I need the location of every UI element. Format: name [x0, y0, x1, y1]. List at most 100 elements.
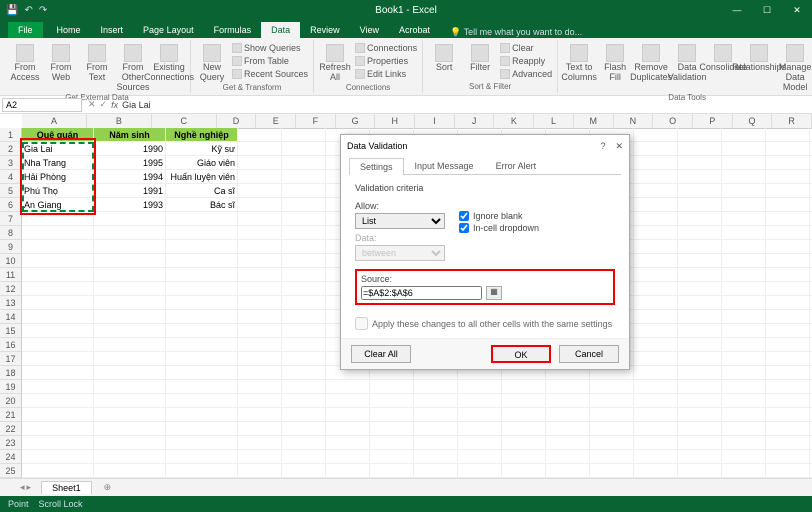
row-header-19[interactable]: 19: [0, 380, 22, 394]
cell-L20[interactable]: [590, 394, 634, 408]
cell-B24[interactable]: [94, 450, 166, 464]
cell-N16[interactable]: [678, 338, 722, 352]
minimize-icon[interactable]: —: [722, 0, 752, 20]
cell-N19[interactable]: [678, 380, 722, 394]
cell-M9[interactable]: [634, 240, 678, 254]
cell-E12[interactable]: [282, 282, 326, 296]
dialog-tab-input-message[interactable]: Input Message: [404, 157, 485, 174]
cell-K25[interactable]: [546, 464, 590, 478]
cell-O24[interactable]: [722, 450, 766, 464]
cell-H24[interactable]: [414, 450, 458, 464]
cell-F23[interactable]: [326, 436, 370, 450]
ok-button[interactable]: OK: [491, 345, 551, 363]
undo-icon[interactable]: ↶: [24, 5, 32, 16]
tab-file[interactable]: File: [8, 22, 43, 38]
cell-E10[interactable]: [282, 254, 326, 268]
cell-E16[interactable]: [282, 338, 326, 352]
cell-E14[interactable]: [282, 310, 326, 324]
cell-P22[interactable]: [766, 422, 810, 436]
cell-B2[interactable]: 1990: [94, 142, 166, 156]
cell-A7[interactable]: [22, 212, 94, 226]
cell-C3[interactable]: Giáo viên: [166, 156, 238, 170]
cell-D24[interactable]: [238, 450, 282, 464]
cell-C17[interactable]: [166, 352, 238, 366]
cell-M7[interactable]: [634, 212, 678, 226]
dialog-tab-error-alert[interactable]: Error Alert: [485, 157, 548, 174]
cell-M12[interactable]: [634, 282, 678, 296]
remove-duplicates-button[interactable]: Remove Duplicates: [634, 42, 668, 83]
cell-O18[interactable]: [722, 366, 766, 380]
cell-M21[interactable]: [634, 408, 678, 422]
cell-P11[interactable]: [766, 268, 810, 282]
cell-M8[interactable]: [634, 226, 678, 240]
row-header-25[interactable]: 25: [0, 464, 22, 478]
cell-E6[interactable]: [282, 198, 326, 212]
cell-E8[interactable]: [282, 226, 326, 240]
cell-B22[interactable]: [94, 422, 166, 436]
cell-E2[interactable]: [282, 142, 326, 156]
cell-O5[interactable]: [722, 184, 766, 198]
cell-D22[interactable]: [238, 422, 282, 436]
cell-E3[interactable]: [282, 156, 326, 170]
cell-C22[interactable]: [166, 422, 238, 436]
cell-P16[interactable]: [766, 338, 810, 352]
cell-B18[interactable]: [94, 366, 166, 380]
cell-P23[interactable]: [766, 436, 810, 450]
dialog-tab-settings[interactable]: Settings: [349, 158, 404, 175]
cell-G23[interactable]: [370, 436, 414, 450]
col-header-P[interactable]: P: [693, 114, 733, 128]
cell-M19[interactable]: [634, 380, 678, 394]
cell-C5[interactable]: Ca sĩ: [166, 184, 238, 198]
cell-M16[interactable]: [634, 338, 678, 352]
cell-P5[interactable]: [766, 184, 810, 198]
cell-D13[interactable]: [238, 296, 282, 310]
row-header-17[interactable]: 17: [0, 352, 22, 366]
cell-M23[interactable]: [634, 436, 678, 450]
row-header-13[interactable]: 13: [0, 296, 22, 310]
cell-A2[interactable]: Gia Lai: [22, 142, 94, 156]
row-header-1[interactable]: 1: [0, 128, 22, 142]
cell-M24[interactable]: [634, 450, 678, 464]
cell-A24[interactable]: [22, 450, 94, 464]
cell-A8[interactable]: [22, 226, 94, 240]
from-access-button[interactable]: From Access: [8, 42, 42, 83]
cell-A12[interactable]: [22, 282, 94, 296]
cell-B16[interactable]: [94, 338, 166, 352]
col-header-L[interactable]: L: [534, 114, 574, 128]
cell-P25[interactable]: [766, 464, 810, 478]
cell-M4[interactable]: [634, 170, 678, 184]
cell-E17[interactable]: [282, 352, 326, 366]
cell-C10[interactable]: [166, 254, 238, 268]
cell-L25[interactable]: [590, 464, 634, 478]
cell-I19[interactable]: [458, 380, 502, 394]
range-picker-icon[interactable]: ▦: [486, 286, 502, 300]
col-header-M[interactable]: M: [574, 114, 614, 128]
cell-J24[interactable]: [502, 450, 546, 464]
cell-C21[interactable]: [166, 408, 238, 422]
cell-A17[interactable]: [22, 352, 94, 366]
cell-M18[interactable]: [634, 366, 678, 380]
col-header-C[interactable]: C: [152, 114, 217, 128]
new-query-button[interactable]: New Query: [195, 42, 229, 83]
cell-N1[interactable]: [678, 128, 722, 142]
cell-I25[interactable]: [458, 464, 502, 478]
cell-J22[interactable]: [502, 422, 546, 436]
cell-J20[interactable]: [502, 394, 546, 408]
cell-P9[interactable]: [766, 240, 810, 254]
cell-F21[interactable]: [326, 408, 370, 422]
cell-E11[interactable]: [282, 268, 326, 282]
cell-F20[interactable]: [326, 394, 370, 408]
cell-C18[interactable]: [166, 366, 238, 380]
existing-connections-button[interactable]: Existing Connections: [152, 42, 186, 83]
cell-N22[interactable]: [678, 422, 722, 436]
cell-N4[interactable]: [678, 170, 722, 184]
col-header-K[interactable]: K: [494, 114, 534, 128]
cell-C25[interactable]: [166, 464, 238, 478]
clear-button[interactable]: Clear: [499, 42, 535, 54]
cell-A11[interactable]: [22, 268, 94, 282]
cell-G22[interactable]: [370, 422, 414, 436]
cell-O11[interactable]: [722, 268, 766, 282]
cell-B17[interactable]: [94, 352, 166, 366]
cell-I22[interactable]: [458, 422, 502, 436]
dialog-close-icon[interactable]: ✕: [615, 141, 623, 152]
